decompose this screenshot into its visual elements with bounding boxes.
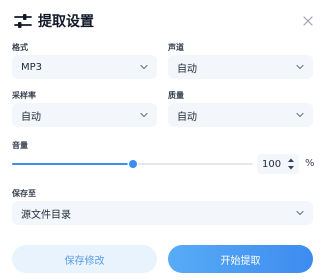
sample-rate-select[interactable]: 自动 <box>12 103 157 127</box>
slider-fill <box>12 163 133 165</box>
quality-select[interactable]: 自动 <box>168 103 313 127</box>
save-to-label: 保存至 <box>12 189 36 198</box>
quality-label: 质量 <box>168 91 184 100</box>
format-label: 格式 <box>12 43 28 52</box>
sample-rate-label: 采样率 <box>12 91 36 100</box>
dialog-title: 提取设置 <box>38 14 94 30</box>
chevron-down-icon <box>140 112 148 118</box>
volume-stepper[interactable] <box>287 157 295 171</box>
caret-down-icon[interactable] <box>287 165 295 171</box>
start-extract-button[interactable]: 开始提取 <box>168 245 313 273</box>
dialog-header: 提取设置 <box>14 9 320 33</box>
format-value: MP3 <box>21 61 43 73</box>
volume-slider[interactable] <box>12 160 253 168</box>
volume-unit: % <box>305 158 315 169</box>
sliders-icon <box>14 14 32 28</box>
chevron-down-icon <box>140 64 148 70</box>
chevron-down-icon <box>296 112 304 118</box>
sample-rate-value: 自动 <box>21 111 41 123</box>
volume-number-input[interactable]: 100 <box>257 154 299 174</box>
close-button[interactable] <box>298 11 318 31</box>
slider-thumb[interactable] <box>128 160 137 168</box>
caret-up-icon[interactable] <box>287 157 295 163</box>
volume-label: 音量 <box>12 141 28 150</box>
quality-value: 自动 <box>177 111 197 123</box>
channel-value: 自动 <box>177 63 197 75</box>
save-to-select[interactable]: 源文件目录 <box>12 201 313 225</box>
chevron-down-icon <box>296 64 304 70</box>
channel-label: 声道 <box>168 43 184 52</box>
save-changes-button[interactable]: 保存修改 <box>12 245 157 273</box>
format-select[interactable]: MP3 <box>12 55 157 79</box>
volume-value: 100 <box>262 158 282 170</box>
channel-select[interactable]: 自动 <box>168 55 313 79</box>
chevron-down-icon <box>296 210 304 216</box>
save-to-value: 源文件目录 <box>21 209 71 221</box>
close-icon <box>303 16 313 26</box>
